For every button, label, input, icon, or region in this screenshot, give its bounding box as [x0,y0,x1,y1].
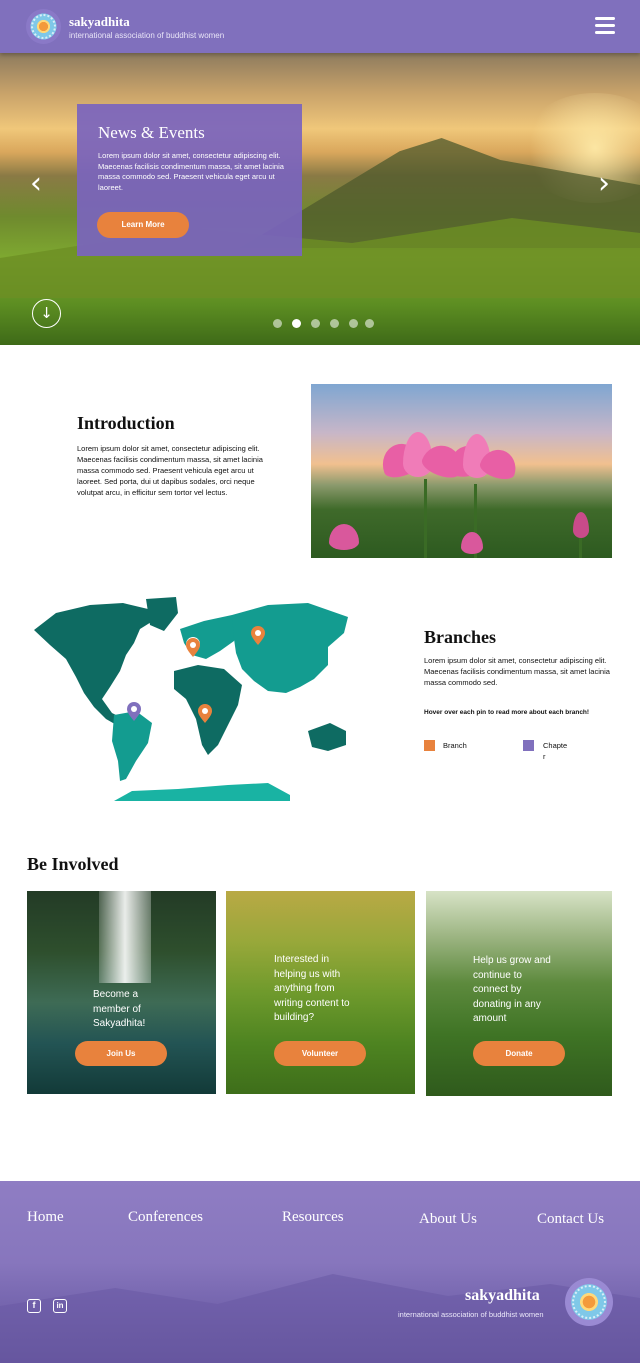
carousel-dots [273,319,383,329]
legend-branch-swatch [424,740,435,751]
footer-nav-about-us[interactable]: About Us [419,1211,477,1228]
be-involved-heading: Be Involved [27,854,119,874]
arrow-down-circle-icon[interactable]: ↓ [32,299,61,328]
branches-hint: Hover over each pin to read more about e… [424,709,590,716]
volunteer-button[interactable]: Volunteer [274,1041,366,1066]
carousel-dot-active[interactable] [292,319,301,328]
hero-carousel: News & Events Lorem ipsum dolor sit amet… [0,53,640,345]
world-map-graphic [34,597,348,801]
card-text: Help us grow and continue to connect by … [473,955,551,1024]
footer-brand-title[interactable]: sakyadhita [465,1287,540,1305]
footer-nav-conferences[interactable]: Conferences [128,1209,203,1226]
join-us-button[interactable]: Join Us [75,1041,167,1066]
lotus-photo [311,384,612,558]
card-text: Become a member of Sakyadhita! [93,989,146,1029]
legend-chapter-swatch [523,740,534,751]
carousel-dot[interactable] [311,319,320,328]
learn-more-button[interactable]: Learn More [97,212,189,238]
involved-card-member: Become a member of Sakyadhita! Join Us [27,891,216,1094]
footer-brand-subtitle: international association of buddhist wo… [398,1310,544,1319]
hamburger-menu-icon[interactable] [595,17,615,35]
chevron-left-icon[interactable]: ‹ [25,169,47,199]
footer-nav-contact-us[interactable]: Contact Us [537,1211,604,1228]
footer: Home Conferences Resources About Us Cont… [0,1181,640,1363]
carousel-dot[interactable] [273,319,282,328]
brand-subtitle: international association of buddhist wo… [69,31,225,40]
news-events-card: News & Events Lorem ipsum dolor sit amet… [77,104,302,256]
branches-heading: Branches [424,627,496,647]
map-greenland [146,597,178,631]
footer-nav-resources[interactable]: Resources [282,1209,344,1226]
linkedin-icon[interactable]: in [53,1299,67,1313]
involved-card-donate: Help us grow and continue to connect by … [426,891,612,1096]
chevron-right-icon[interactable]: › [593,169,615,199]
map-antarctica [114,783,290,801]
card-text: Interested in helping us with anything f… [274,954,350,1023]
map-south-america [112,711,152,781]
world-map [28,595,368,805]
carousel-dot[interactable] [365,319,374,328]
top-navbar: sakyadhita international association of … [0,0,640,53]
map-australia [308,723,346,751]
brand-title[interactable]: sakyadhita [69,14,130,30]
introduction-heading: Introduction [77,413,175,433]
donate-button[interactable]: Donate [473,1041,565,1066]
carousel-dot[interactable] [349,319,358,328]
footer-nav-home[interactable]: Home [27,1209,64,1226]
news-title: News & Events [98,123,205,142]
branches-text: Lorem ipsum dolor sit amet, consectetur … [424,656,610,687]
legend-chapter-label: Chapte r [543,741,568,761]
map-asia [232,603,348,693]
introduction-text: Lorem ipsum dolor sit amet, consectetur … [77,444,263,497]
legend-branch-label: Branch [443,741,467,750]
facebook-icon[interactable]: f [27,1299,41,1313]
carousel-dot[interactable] [330,319,339,328]
logo-mandala-icon[interactable] [26,9,61,44]
involved-card-volunteer: Interested in helping us with anything f… [226,891,415,1094]
news-text: Lorem ipsum dolor sit amet, consectetur … [98,151,284,192]
logo-mandala-icon[interactable] [565,1278,613,1326]
